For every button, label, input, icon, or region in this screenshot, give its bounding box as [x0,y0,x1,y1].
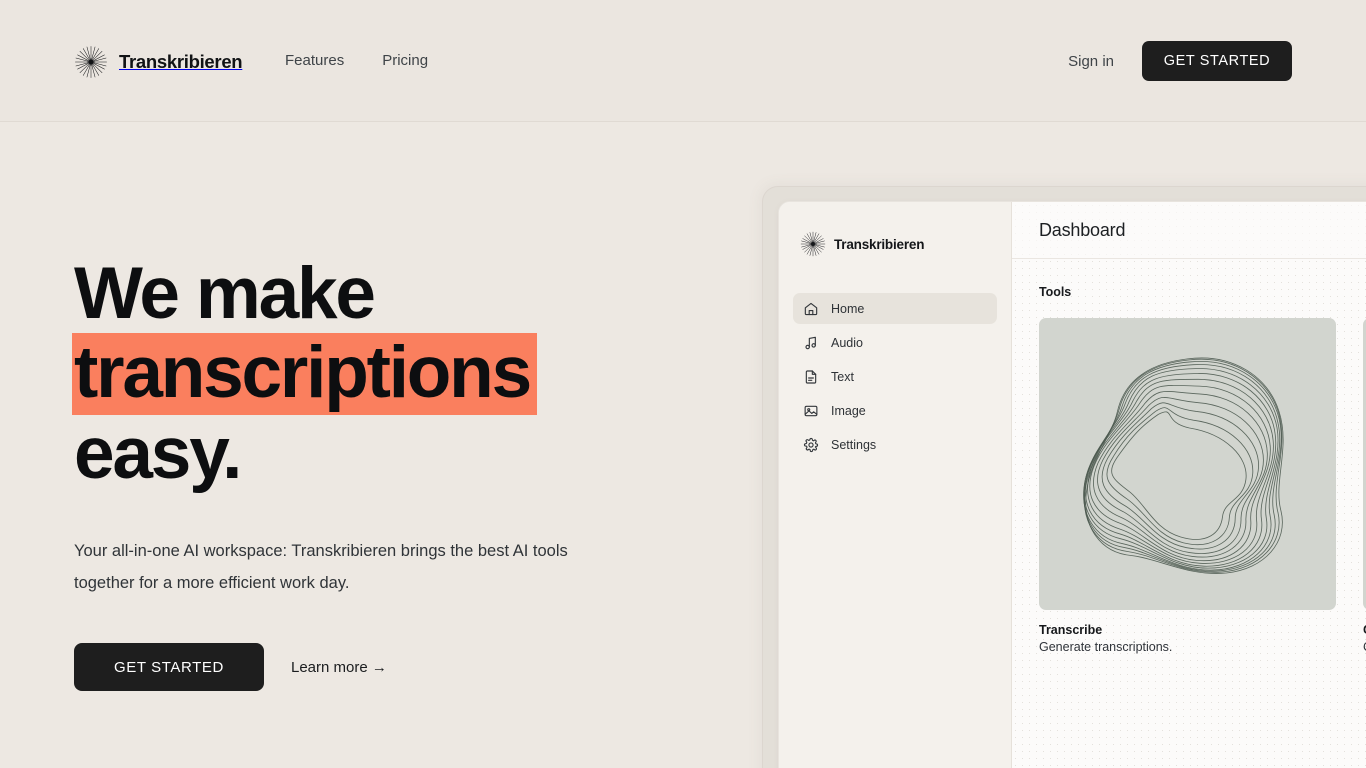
mockup-sidebar: Transkribieren Home Audio Text Image Set… [779,202,1012,768]
tools-section-title: Tools [1039,285,1072,299]
starburst-logo-icon [75,46,107,78]
sidebar-item-label: Image [831,403,866,418]
app-mockup-window: Transkribieren Home Audio Text Image Set… [778,201,1366,768]
mockup-brand-name: Transkribieren [834,236,925,252]
page-title: We make transcriptions easy. [72,253,714,494]
sidebar-item-label: Home [831,301,865,316]
sign-in-link[interactable]: Sign in [1068,53,1114,70]
hero-title-highlight: transcriptions [72,333,537,415]
tool-thumbnail [1039,318,1336,610]
hero-title-line-1: We make [74,253,376,334]
tool-card-description: Generate transcriptions. [1039,640,1173,654]
app-mockup-frame: Transkribieren Home Audio Text Image Set… [762,186,1366,768]
music-note-icon [805,336,816,349]
generative-wave-rings-art [1083,357,1284,574]
brand-logo-link[interactable]: Transkribieren [74,44,243,80]
dashboard-title: Dashboard [1039,219,1126,240]
brand-name: Transkribieren [119,51,243,72]
hero-subtitle: Your all-in-one AI workspace: Transkribi… [74,542,568,592]
document-icon [805,369,817,384]
tool-card-title: Transcribe [1039,623,1103,637]
mockup-content: Dashboard Tools Transcribe Generate tran… [1012,202,1366,768]
landing-page: Transkribieren Features Pricing Sign in … [0,0,1366,768]
sidebar-item-home[interactable]: Home [793,293,997,324]
starburst-logo-icon [800,231,826,257]
mockup-body: Tools Transcribe Generate transcriptions… [1012,259,1366,768]
image-icon [804,405,818,416]
learn-more-link[interactable]: Learn more → [291,659,387,676]
sidebar-item-label: Settings [831,437,877,452]
hero-get-started-button[interactable]: GET STARTED [74,643,264,691]
mockup-topbar: Dashboard [1012,202,1366,259]
hero-section: We make transcriptions easy. Your all-in… [72,253,714,691]
site-header: Transkribieren Features Pricing Sign in … [0,0,1366,122]
header-get-started-button[interactable]: GET STARTED [1142,41,1292,81]
sidebar-item-audio[interactable]: Audio [793,327,997,358]
tools-grid: Transcribe Generate transcriptions. C C [1039,318,1366,654]
mockup-nav: Home Audio Text Image Settings [793,293,997,460]
sidebar-item-image[interactable]: Image [793,395,997,426]
gear-icon [803,437,819,452]
main-nav: Features Pricing [285,50,428,72]
header-actions: Sign in GET STARTED [1068,41,1292,81]
nav-link-features[interactable]: Features [285,50,344,72]
sidebar-item-settings[interactable]: Settings [793,429,997,460]
hero-title-line-3: easy. [74,413,242,494]
sidebar-item-text[interactable]: Text [793,361,997,392]
nav-link-pricing[interactable]: Pricing [382,50,428,72]
hero-actions: GET STARTED Learn more → [74,643,714,691]
home-icon [804,302,818,315]
sidebar-item-label: Text [831,369,854,384]
mockup-brand: Transkribieren [793,222,997,262]
tool-card-transcribe[interactable]: Transcribe Generate transcriptions. [1039,318,1336,654]
sidebar-item-label: Audio [831,335,863,350]
